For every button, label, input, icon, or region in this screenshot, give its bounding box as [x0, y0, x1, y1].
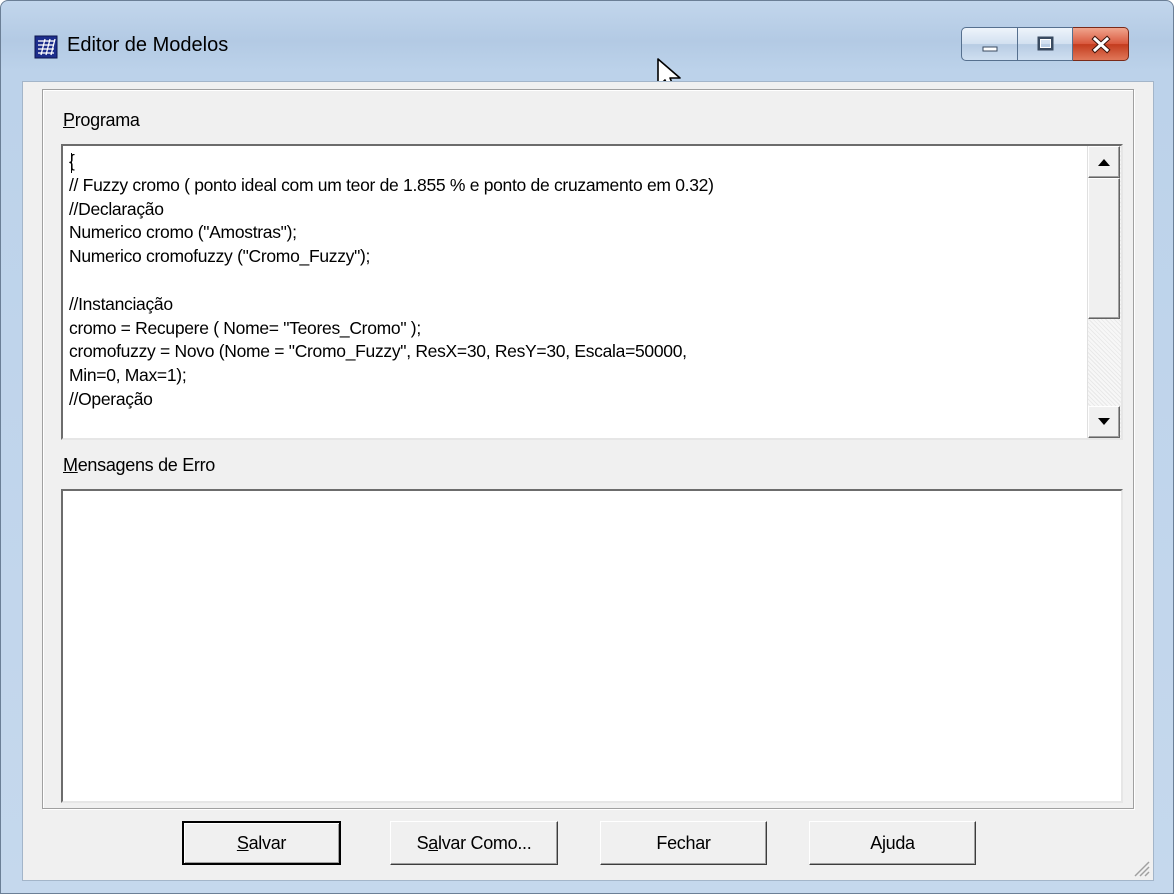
- code-line: cromofuzzy = Novo (Nome = "Cromo_Fuzzy",…: [69, 341, 687, 362]
- scroll-down-button[interactable]: [1088, 406, 1120, 438]
- code-line: //Declaração: [69, 198, 164, 219]
- help-button-text: uda: [885, 832, 915, 853]
- maximize-button[interactable]: [1018, 27, 1073, 61]
- program-label-accesskey: P: [63, 110, 75, 130]
- scroll-up-button[interactable]: [1088, 146, 1120, 178]
- close-dialog-button[interactable]: Fechar: [600, 821, 767, 865]
- help-button[interactable]: Aj uda: [809, 821, 976, 865]
- save-as-button[interactable]: Sa lvar Como...: [390, 821, 558, 865]
- maximize-icon: [1037, 36, 1054, 51]
- minimize-icon: [982, 46, 998, 52]
- help-button-text-pre: A: [870, 832, 882, 853]
- save-as-button-text: lvar Como...: [438, 832, 532, 853]
- code-line: //Operação: [69, 388, 153, 409]
- save-button[interactable]: Salvar: [182, 821, 341, 865]
- scroll-thumb[interactable]: [1088, 178, 1120, 319]
- resize-grip-icon[interactable]: [1129, 856, 1151, 878]
- code-line: Min=0, Max=1);: [69, 365, 187, 386]
- save-as-button-accesskey: a: [428, 832, 438, 853]
- grid-map-icon: [34, 35, 58, 59]
- errors-label-text: ensagens de Erro: [77, 455, 216, 475]
- dialog-client-area: Programa {// Fuzzy cromo ( ponto ideal c…: [22, 81, 1154, 881]
- code-line: cromo = Recupere ( Nome= "Teores_Cromo" …: [69, 317, 421, 338]
- errors-label-accesskey: M: [63, 455, 78, 475]
- code-line: //Instanciação: [69, 293, 173, 314]
- arrow-down-icon: [1098, 418, 1110, 425]
- save-button-accesskey: S: [236, 832, 249, 853]
- close-button[interactable]: [1073, 27, 1129, 61]
- text-caret: [71, 153, 72, 173]
- program-editor[interactable]: {// Fuzzy cromo ( ponto ideal com um teo…: [61, 144, 1123, 440]
- error-messages-box[interactable]: [61, 489, 1123, 803]
- errors-label: Mensagens de Erro: [63, 455, 215, 476]
- arrow-up-icon: [1098, 159, 1110, 166]
- editor-window: Editor de Modelos Programa // Fuzzy crom…: [0, 0, 1174, 894]
- title-bar[interactable]: Editor de Modelos: [1, 1, 1173, 81]
- minimize-button[interactable]: [961, 27, 1018, 61]
- code-line: Numerico cromo ("Amostras");: [69, 222, 297, 243]
- program-code-text[interactable]: {// Fuzzy cromo ( ponto ideal com um teo…: [69, 150, 1084, 438]
- window-title: Editor de Modelos: [67, 34, 229, 56]
- program-label-text: rograma: [74, 110, 140, 130]
- program-label: Programa: [63, 110, 140, 131]
- save-as-button-text-pre: S: [416, 832, 429, 853]
- code-line: // Fuzzy cromo ( ponto ideal com um teor…: [69, 174, 714, 195]
- close-dialog-button-label: Fechar: [656, 832, 711, 853]
- code-line: {: [69, 150, 1084, 174]
- code-line: Numerico cromofuzzy ("Cromo_Fuzzy");: [69, 246, 371, 267]
- save-button-text: alvar: [248, 832, 287, 853]
- close-icon: [1091, 35, 1111, 54]
- program-scrollbar[interactable]: [1087, 146, 1121, 438]
